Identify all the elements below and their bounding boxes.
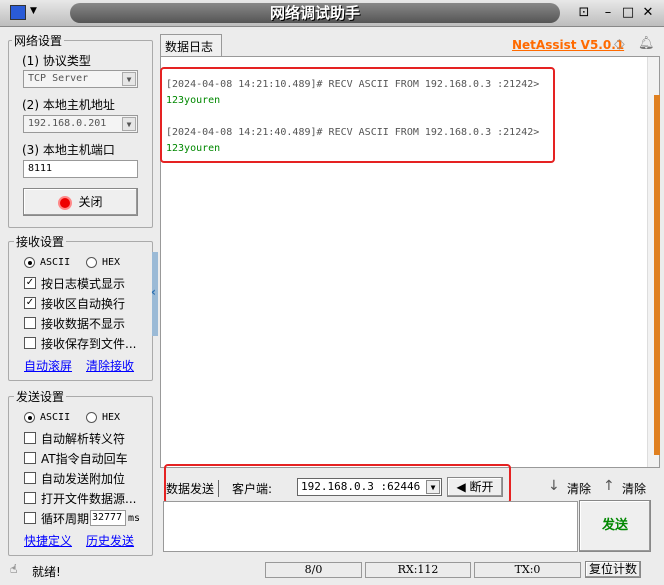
client-label: 客户端: bbox=[232, 482, 273, 496]
chevron-down-icon: ▼ bbox=[122, 72, 136, 86]
log-entry-body: 123youren bbox=[166, 143, 221, 154]
send-option-label: AT指令自动回车 bbox=[41, 452, 128, 466]
tab-label: 数据日志 bbox=[165, 40, 214, 54]
log-entry-header: [2024-04-08 14:21:40.489]# RECV ASCII FR… bbox=[166, 127, 540, 138]
reset-count-button[interactable]: 复位计数 bbox=[585, 561, 641, 578]
receive-hex-radio[interactable] bbox=[86, 257, 97, 268]
send-ascii-label: ASCII bbox=[40, 412, 71, 423]
receive-option-label: 按日志模式显示 bbox=[41, 277, 126, 291]
chevron-left-icon[interactable]: ‹ bbox=[151, 285, 156, 299]
protocol-select[interactable]: TCP Server ▼ bbox=[23, 70, 138, 88]
send-option-label: 自动发送附加位 bbox=[41, 472, 126, 486]
receive-option-checkbox[interactable]: ✓ bbox=[24, 297, 36, 309]
chevron-down-icon: ▼ bbox=[426, 480, 440, 494]
receive-settings-title: 接收设置 bbox=[14, 233, 67, 250]
host-value: 192.168.0.201 bbox=[28, 118, 107, 129]
app-icon[interactable] bbox=[10, 5, 26, 20]
title-bar: ▼ 网络调试助手 ⊡ – □ ✕ bbox=[0, 0, 664, 27]
send-ascii-radio[interactable] bbox=[24, 412, 35, 423]
send-option-checkbox[interactable] bbox=[24, 452, 36, 464]
protocol-label: (1) 协议类型 bbox=[22, 54, 91, 68]
diamond-icon[interactable]: ◇ bbox=[614, 36, 625, 52]
tab-data-send[interactable]: 数据发送 bbox=[166, 480, 220, 497]
send-option-checkbox[interactable] bbox=[24, 472, 36, 484]
brand-link[interactable]: NetAssist V5.0.1 bbox=[512, 38, 624, 52]
send-input[interactable] bbox=[163, 501, 578, 552]
minimize-button[interactable]: – bbox=[600, 5, 616, 21]
tx-field: TX:0 bbox=[474, 562, 581, 578]
receive-option-label: 接收数据不显示 bbox=[41, 317, 126, 331]
receive-hex-label: HEX bbox=[102, 257, 121, 268]
send-option-label: 自动解析转义符 bbox=[41, 432, 126, 446]
auto-scroll-link[interactable]: 自动滚屏 bbox=[24, 357, 72, 374]
receive-option-checkbox[interactable]: ✓ bbox=[24, 277, 36, 289]
disconnect-label: 断开 bbox=[469, 480, 494, 494]
send-option-checkbox[interactable] bbox=[24, 432, 36, 444]
send-option-label: 打开文件数据源... bbox=[41, 492, 137, 506]
status-led-icon bbox=[58, 195, 73, 210]
close-connection-button[interactable]: 关闭 bbox=[23, 188, 138, 216]
receive-option-checkbox[interactable] bbox=[24, 337, 36, 349]
host-label: (2) 本地主机地址 bbox=[22, 98, 115, 112]
status-icon: ☝ bbox=[10, 562, 18, 576]
protocol-value: TCP Server bbox=[28, 73, 89, 84]
shortcuts-link[interactable]: 快捷定义 bbox=[24, 532, 72, 549]
clear-receive-link[interactable]: 清除接收 bbox=[86, 357, 134, 374]
receive-option-label: 接收区自动换行 bbox=[41, 297, 126, 311]
network-settings-title: 网络设置 bbox=[12, 32, 65, 49]
receive-ascii-radio[interactable] bbox=[24, 257, 35, 268]
tab-data-log[interactable]: 数据日志 bbox=[160, 34, 222, 56]
scroll-indicator bbox=[654, 95, 660, 455]
client-value: 192.168.0.3 :62446 bbox=[301, 480, 421, 493]
log-entry-body: 123youren bbox=[166, 95, 221, 106]
loop-label: 循环周期 bbox=[41, 512, 90, 526]
send-hex-label: HEX bbox=[102, 412, 121, 423]
maximize-button[interactable]: □ bbox=[620, 5, 636, 21]
loop-checkbox[interactable] bbox=[24, 512, 36, 524]
menu-dropdown-icon[interactable]: ▼ bbox=[30, 6, 37, 16]
close-button[interactable]: ✕ bbox=[640, 5, 656, 21]
history-link[interactable]: 历史发送 bbox=[86, 532, 134, 549]
disconnect-button[interactable]: ◀ 断开 bbox=[447, 477, 503, 497]
port-label: (3) 本地主机端口 bbox=[22, 143, 115, 157]
arrow-left-icon: ◀ bbox=[456, 480, 470, 494]
host-select[interactable]: 192.168.0.201 ▼ bbox=[23, 115, 138, 133]
clear-log-button[interactable]: 清除 bbox=[622, 480, 646, 497]
bell-icon[interactable]: 🔔︎ bbox=[638, 36, 655, 51]
window-title: 网络调试助手 bbox=[70, 3, 560, 23]
send-hex-radio[interactable] bbox=[86, 412, 97, 423]
log-entry-header: [2024-04-08 14:21:10.489]# RECV ASCII FR… bbox=[166, 79, 540, 90]
clear-up-icon: ↑ bbox=[603, 478, 615, 494]
send-option-checkbox[interactable] bbox=[24, 492, 36, 504]
clear-send-button[interactable]: 清除 bbox=[567, 480, 591, 497]
client-select[interactable]: 192.168.0.3 :62446 ▼ bbox=[297, 478, 442, 496]
send-settings-title: 发送设置 bbox=[14, 388, 67, 405]
receive-option-checkbox[interactable] bbox=[24, 317, 36, 329]
chevron-down-icon: ▼ bbox=[122, 117, 136, 131]
clear-send-icon: ↓ bbox=[548, 478, 560, 494]
receive-option-label: 接收保存到文件... bbox=[41, 337, 137, 351]
rx-field: RX:112 bbox=[365, 562, 471, 578]
loop-unit: ms bbox=[128, 513, 141, 524]
loop-period-input[interactable]: 32777 bbox=[90, 510, 126, 526]
status-text: 就绪! bbox=[32, 565, 61, 579]
receive-ascii-label: ASCII bbox=[40, 257, 71, 268]
count-field: 8/0 bbox=[265, 562, 362, 578]
pin-icon[interactable]: ⊡ bbox=[576, 5, 592, 21]
close-label: 关闭 bbox=[78, 195, 103, 209]
send-button[interactable]: 发送 bbox=[579, 500, 651, 552]
port-input[interactable]: 8111 bbox=[23, 160, 138, 178]
